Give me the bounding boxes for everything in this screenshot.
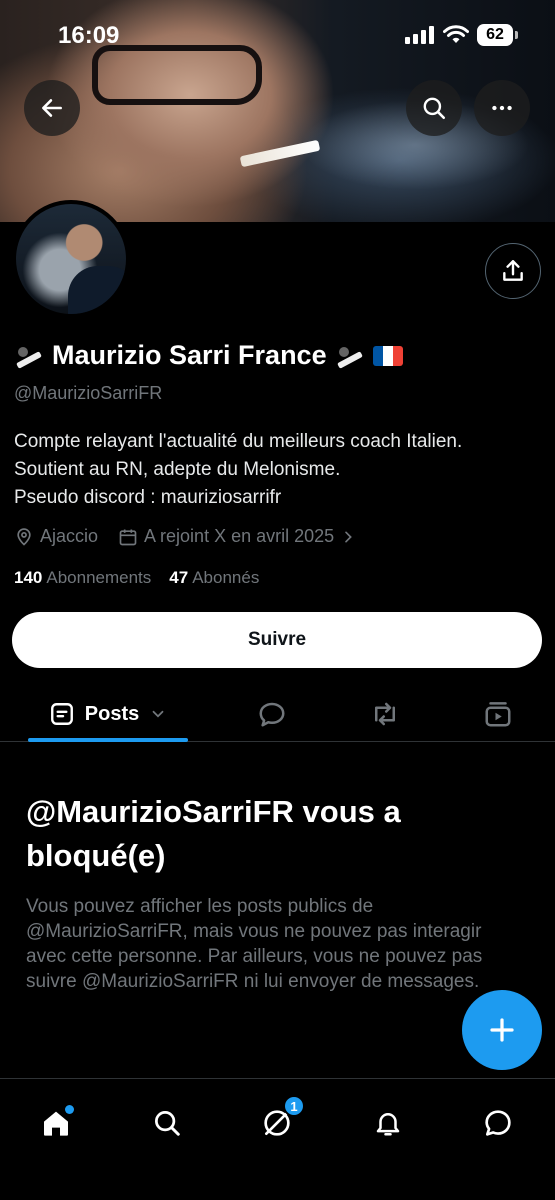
chevron-right-icon[interactable] (340, 529, 356, 545)
messages-icon (485, 1110, 511, 1136)
france-flag-icon (372, 345, 403, 366)
calendar-icon (119, 529, 137, 545)
profile-display-name: Maurizio Sarri France (14, 340, 403, 371)
active-tab-indicator (28, 738, 188, 742)
follow-counts: 140 Abonnements 47 Abonnés (14, 568, 259, 588)
status-time: 16:09 (58, 22, 120, 49)
follow-button[interactable]: Suivre (12, 612, 542, 668)
avatar-figure (68, 266, 126, 314)
blocked-title: @MaurizioSarriFR vous a bloqué(e) (26, 794, 401, 873)
more-icon (492, 105, 512, 111)
back-arrow-icon (42, 99, 62, 117)
compose-button[interactable] (462, 990, 542, 1070)
tab-posts[interactable]: Posts (28, 686, 188, 742)
cellular-signal-icon (405, 26, 434, 44)
status-bar: 16:09 62 (0, 0, 555, 70)
search-icon (423, 97, 446, 120)
wifi-icon (443, 25, 469, 43)
tab-posts-label: Posts (84, 702, 140, 725)
nav-search[interactable] (145, 1101, 189, 1145)
following-label: Abonnements (46, 568, 152, 587)
reposts-icon (375, 702, 395, 726)
bio-line: Soutient au RN, adepte du Melonisme. (14, 459, 341, 480)
cigarette-emoji-icon (335, 345, 365, 367)
display-name-text: Maurizio Sarri France (52, 340, 327, 370)
location-icon (17, 527, 31, 546)
profile-bio: Compte relayant l'actualité du meilleurs… (14, 428, 544, 512)
plus-icon (490, 1018, 514, 1042)
avatar[interactable] (12, 200, 130, 318)
profile-meta: Ajaccio A rejoint X en avril 2025 (14, 526, 356, 547)
back-button[interactable] (24, 80, 80, 136)
bottom-navigation: 1 (0, 1078, 555, 1200)
tab-replies[interactable] (250, 686, 294, 742)
share-button[interactable] (485, 243, 541, 299)
bio-line: Compte relayant l'actualité du meilleurs… (14, 431, 463, 452)
tab-reposts[interactable] (363, 686, 407, 742)
bio-line: Pseudo discord : mauriziosarrifr (14, 487, 282, 508)
share-icon (503, 260, 523, 281)
more-options-button[interactable] (474, 80, 530, 136)
replies-icon (259, 702, 285, 727)
notifications-icon (376, 1113, 400, 1136)
profile-joined-date[interactable]: A rejoint X en avril 2025 (144, 526, 334, 547)
nav-messages[interactable] (476, 1101, 520, 1145)
following-count: 140 (14, 568, 43, 587)
tab-media[interactable] (476, 686, 520, 742)
followers-link[interactable]: 47 Abonnés (169, 568, 259, 588)
home-unread-dot (65, 1105, 74, 1114)
followers-count: 47 (169, 568, 189, 587)
followers-label: Abonnés (192, 568, 260, 587)
cigarette-emoji-icon (14, 345, 44, 367)
following-link[interactable]: 140 Abonnements (14, 568, 151, 588)
search-icon (155, 1111, 180, 1136)
nav-grok[interactable]: 1 (255, 1095, 305, 1145)
nav-home[interactable] (34, 1101, 78, 1145)
media-icon (485, 702, 511, 727)
blocked-message: Vous pouvez afficher les posts publics d… (26, 896, 483, 992)
search-button[interactable] (406, 80, 462, 136)
nav-notifications[interactable] (366, 1101, 410, 1145)
chevron-down-icon (152, 710, 164, 718)
grok-badge: 1 (283, 1095, 305, 1117)
profile-tabs: Posts (0, 686, 555, 742)
battery-indicator: 62 (477, 24, 518, 46)
profile-location: Ajaccio (40, 526, 99, 546)
posts-icon (50, 703, 73, 725)
profile-handle: @MaurizioSarriFR (14, 383, 163, 403)
